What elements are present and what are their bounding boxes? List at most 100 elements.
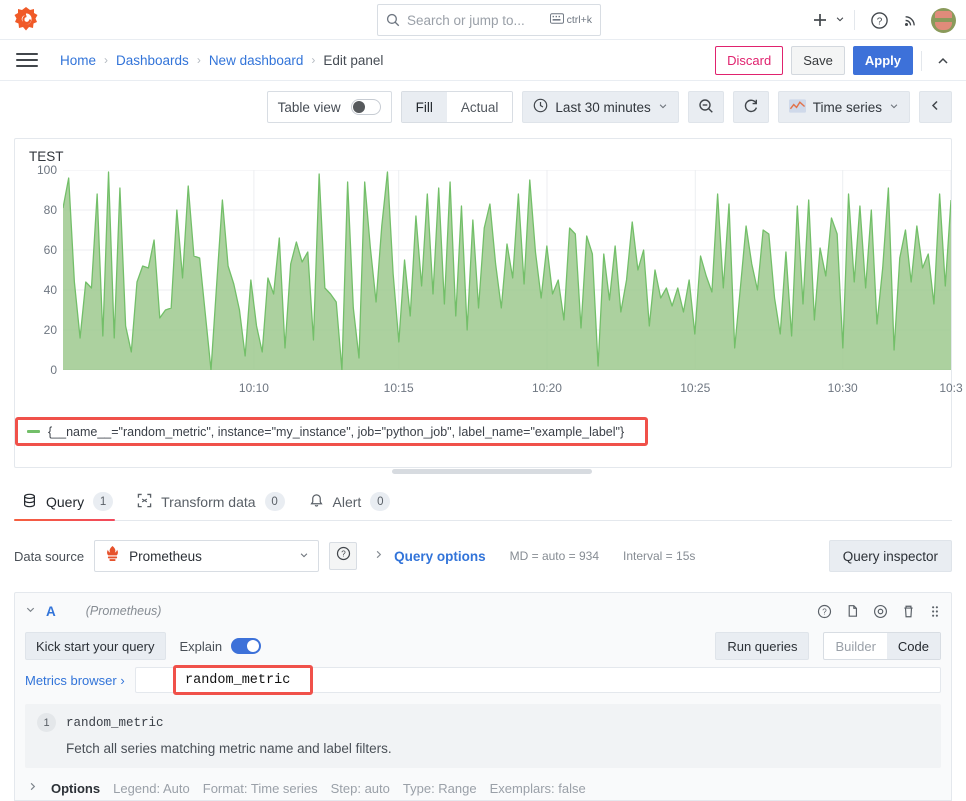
visualization-picker[interactable]: Time series	[777, 91, 910, 123]
breadcrumb-separator: ›	[104, 53, 109, 67]
global-search-box[interactable]: Search or jump to... ctrl+k	[377, 4, 601, 36]
legend-item[interactable]: {__name__="random_metric", instance="my_…	[18, 420, 624, 443]
actual-option[interactable]: Actual	[446, 92, 513, 122]
bell-icon	[309, 493, 324, 511]
breadcrumb-item-new-dashboard[interactable]: New dashboard	[209, 53, 304, 68]
y-axis-tick: 60	[43, 243, 57, 257]
avatar-image	[930, 7, 956, 33]
kick-start-query-button[interactable]: Kick start your query	[25, 632, 166, 660]
run-queries-button[interactable]: Run queries	[715, 632, 810, 660]
query-input-row: Metrics browser › random_metric	[15, 663, 951, 697]
svg-text:?: ?	[876, 16, 882, 27]
fill-actual-segment: Fill Actual	[400, 91, 514, 123]
action-divider	[921, 50, 922, 71]
x-axis-tick: 10:20	[531, 381, 562, 395]
query-inspector-button[interactable]: Query inspector	[828, 540, 952, 572]
code-mode-option[interactable]: Code	[886, 633, 940, 659]
plot-area[interactable]: 0 20 40 60 80 100 10:10 10:15 10:20 10:25 10:30 10…	[15, 163, 963, 399]
nav-divider	[854, 10, 855, 30]
avatar[interactable]	[928, 5, 958, 35]
collapse-header-icon[interactable]	[930, 48, 956, 74]
breadcrumb-item-dashboards[interactable]: Dashboards	[116, 53, 189, 68]
help-icon[interactable]: ?	[817, 604, 832, 619]
explain-toggle[interactable]: Explain	[180, 638, 262, 654]
option-step: Step: auto	[330, 780, 390, 796]
tab-alert[interactable]: Alert 0	[301, 492, 407, 520]
plus-icon[interactable]	[805, 5, 835, 35]
collapse-options-pane-button[interactable]	[919, 91, 952, 123]
drag-handle-icon[interactable]	[929, 604, 941, 619]
explanation-description: Fetch all series matching metric name an…	[66, 741, 392, 756]
menu-icon[interactable]	[16, 53, 38, 67]
add-new-button[interactable]	[805, 5, 845, 35]
zoom-out-icon	[698, 98, 714, 117]
metrics-browser-link[interactable]: Metrics browser ›	[25, 673, 125, 688]
tab-query[interactable]: Query 1	[14, 492, 129, 521]
search-shortcut-label: ctrl+k	[566, 14, 592, 26]
query-options-row[interactable]: Options Legend: Auto Format: Time series…	[14, 776, 952, 801]
table-view-label: Table view	[277, 99, 341, 115]
refresh-icon	[743, 98, 759, 117]
zoom-out-button[interactable]	[687, 91, 724, 123]
transform-icon	[137, 493, 152, 511]
x-axis-tick: 10:15	[383, 381, 414, 395]
tab-transform-data[interactable]: Transform data 0	[129, 492, 300, 520]
trash-icon[interactable]	[901, 604, 916, 619]
query-ref-id[interactable]: A	[46, 604, 56, 619]
table-view-switch[interactable]	[350, 99, 381, 115]
search-shortcut: ctrl+k	[549, 13, 592, 27]
option-exemplars: Exemplars: false	[489, 780, 586, 796]
chevron-down-icon	[658, 101, 668, 114]
keyboard-icon	[549, 13, 564, 27]
save-button[interactable]: Save	[791, 46, 845, 75]
grafana-logo[interactable]	[0, 6, 52, 33]
breadcrumb-separator: ›	[196, 53, 201, 67]
chevron-down-icon[interactable]	[835, 14, 845, 27]
panel-editor-tabs: Query 1 Transform data 0 Alert 0	[14, 486, 952, 521]
x-axis-labels: 10:10 10:15 10:20 10:25 10:30 10:3	[15, 381, 963, 399]
fill-option[interactable]: Fill	[401, 92, 447, 122]
svg-text:?: ?	[822, 607, 827, 616]
apply-button[interactable]: Apply	[852, 46, 913, 75]
explain-switch[interactable]	[231, 638, 262, 654]
timeseries-icon	[788, 98, 806, 116]
query-options-link[interactable]: Query options	[394, 549, 486, 564]
datasource-select[interactable]: Prometheus	[94, 540, 320, 572]
database-icon	[22, 493, 37, 511]
eye-icon[interactable]	[873, 604, 888, 619]
tab-query-badge: 1	[93, 492, 114, 511]
query-value-highlight-box: random_metric	[173, 665, 313, 695]
news-feed-icon[interactable]	[896, 5, 926, 35]
datasource-selected-value: Prometheus	[129, 548, 202, 564]
y-axis-tick: 20	[43, 323, 57, 337]
builder-mode-option[interactable]: Builder	[824, 633, 886, 659]
tab-alert-badge: 0	[370, 492, 391, 511]
time-range-label: Last 30 minutes	[555, 99, 651, 115]
timeseries-chart	[63, 170, 951, 370]
x-axis-tick: 10:10	[238, 381, 269, 395]
y-axis-labels: 0 20 40 60 80 100	[15, 163, 61, 377]
tab-transform-label: Transform data	[161, 493, 256, 510]
discard-button[interactable]: Discard	[715, 46, 784, 75]
y-axis-tick: 40	[43, 283, 57, 297]
time-range-picker[interactable]: Last 30 minutes	[522, 91, 679, 123]
help-icon[interactable]: ?	[864, 5, 894, 35]
expand-options-icon[interactable]	[27, 781, 38, 795]
query-options-md: MD = auto = 934	[509, 549, 599, 563]
refresh-button[interactable]	[732, 91, 769, 123]
breadcrumb-bar: Home › Dashboards › New dashboard › Edit…	[0, 40, 966, 81]
grafana-logo-icon	[14, 6, 38, 30]
query-editor-a: A (Prometheus) ? Kick start your query E…	[14, 592, 952, 787]
collapse-query-icon[interactable]	[25, 604, 36, 618]
datasource-help-button[interactable]: ?	[329, 542, 358, 570]
search-placeholder: Search or jump to...	[407, 12, 525, 28]
tab-alert-label: Alert	[332, 493, 362, 510]
breadcrumb-item-home[interactable]: Home	[60, 53, 96, 68]
duplicate-icon[interactable]	[845, 604, 860, 619]
top-nav-actions: ?	[805, 0, 958, 40]
options-title[interactable]: Options	[51, 781, 100, 796]
query-datasource-note: (Prometheus)	[85, 604, 162, 618]
query-options-chevron-icon[interactable]	[373, 549, 384, 563]
horizontal-scrollbar[interactable]	[392, 469, 592, 474]
table-view-toggle[interactable]: Table view	[266, 91, 392, 123]
